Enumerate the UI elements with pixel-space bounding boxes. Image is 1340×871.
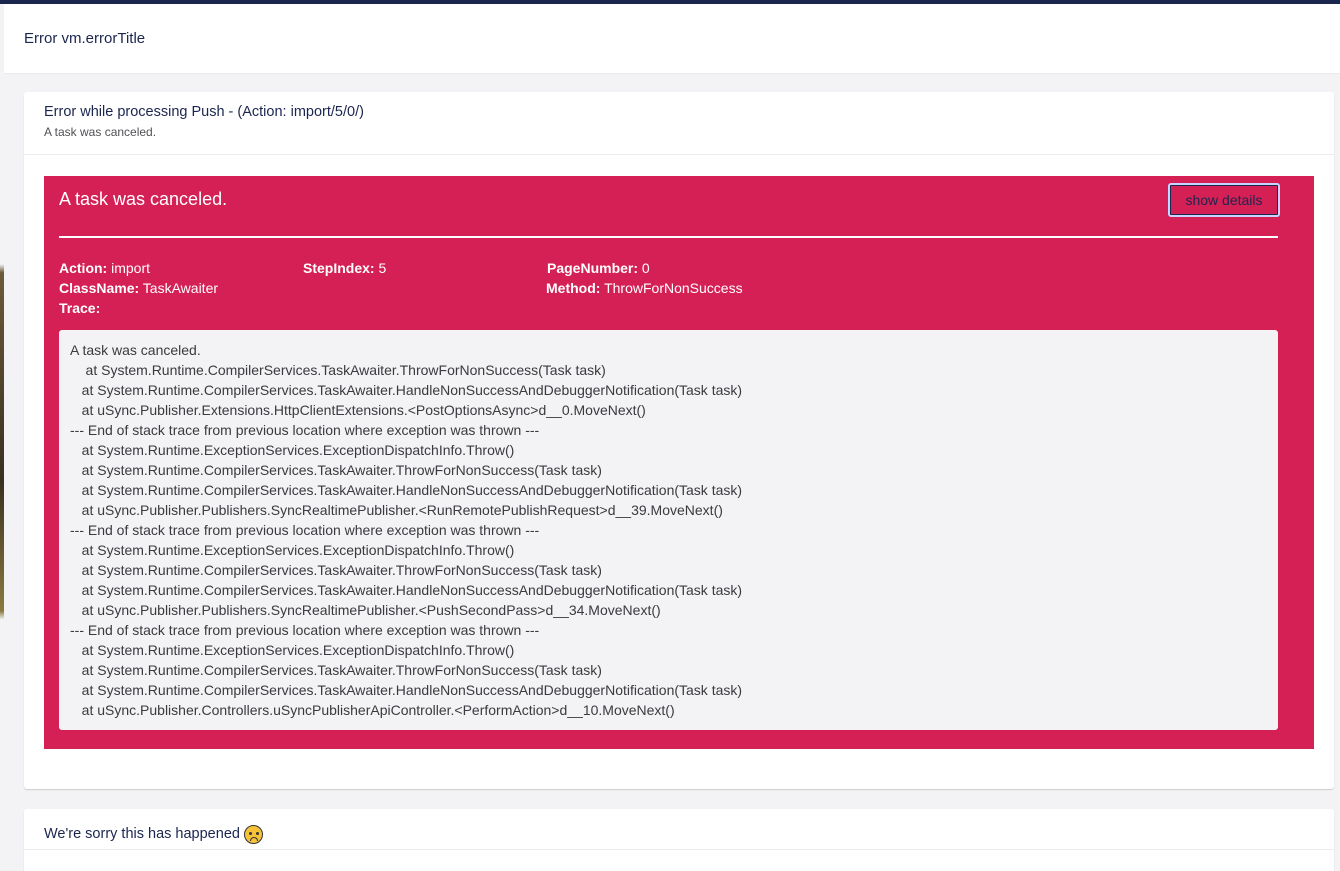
trace-line: A task was canceled. (70, 342, 201, 358)
trace-line: at System.Runtime.CompilerServices.TaskA… (70, 362, 606, 378)
sorry-panel-title: We're sorry this has happened (44, 826, 240, 842)
meta-method: Method: ThrowForNonSuccess (546, 278, 1033, 298)
meta-action: Action: import (59, 258, 303, 278)
trace-line: at uSync.Publisher.Controllers.uSyncPubl… (70, 702, 675, 718)
meta-row: Action: import StepIndex: 5 PageNumber: … (59, 258, 1278, 278)
eye (255, 831, 259, 835)
trace-line: at System.Runtime.CompilerServices.TaskA… (70, 482, 743, 498)
sorry-panel: We're sorry this has happened (24, 809, 1334, 871)
meta-row: Trace: (59, 298, 1278, 318)
trace-line: --- End of stack trace from previous loc… (70, 622, 540, 638)
meta-trace: Trace: (59, 298, 303, 318)
meta-method-key: Method: (546, 280, 601, 296)
meta-pagenumber-key: PageNumber: (547, 260, 639, 276)
trace-line: at System.Runtime.ExceptionServices.Exce… (70, 542, 515, 558)
dialog-header: Error vm.errorTitle (4, 4, 1340, 74)
error-alert-box: A task was canceled. show details Action… (44, 176, 1314, 749)
dialog-title: Error vm.errorTitle (24, 30, 146, 47)
mouth (249, 836, 258, 841)
meta-action-key: Action: (59, 260, 108, 276)
meta-pagenumber: PageNumber: 0 (547, 258, 1034, 278)
meta-stepindex: StepIndex: 5 (303, 258, 547, 278)
trace-line: at System.Runtime.CompilerServices.TaskA… (70, 582, 743, 598)
trace-line: at System.Runtime.CompilerServices.TaskA… (70, 562, 602, 578)
trace-line: at uSync.Publisher.Publishers.SyncRealti… (70, 502, 723, 518)
meta-classname-key: ClassName: (59, 280, 140, 296)
error-panel-subtitle: A task was canceled. (44, 125, 157, 139)
show-details-button[interactable]: show details (1168, 183, 1280, 217)
meta-classname-value: TaskAwaiter (142, 280, 219, 296)
trace-line: --- End of stack trace from previous loc… (70, 422, 540, 438)
stack-trace-box: A task was canceled. at System.Runtime.C… (59, 330, 1278, 730)
trace-line: --- End of stack trace from previous loc… (70, 522, 540, 538)
meta-method-value: ThrowForNonSuccess (604, 280, 743, 296)
error-heading: A task was canceled. (59, 189, 228, 209)
trace-line: at System.Runtime.ExceptionServices.Exce… (70, 442, 515, 458)
meta-pagenumber-value: 0 (641, 260, 650, 276)
trace-line: at System.Runtime.CompilerServices.TaskA… (70, 382, 743, 398)
sorry-panel-header: We're sorry this has happened (24, 809, 1334, 850)
trace-line: at System.Runtime.CompilerServices.TaskA… (70, 662, 602, 678)
trace-line: at System.Runtime.CompilerServices.TaskA… (70, 462, 602, 478)
trace-line: at uSync.Publisher.Publishers.SyncRealti… (70, 602, 661, 618)
eye (248, 831, 252, 835)
divider (59, 236, 1278, 238)
error-panel-title: Error while processing Push - (Action: i… (44, 104, 364, 120)
trace-line: at System.Runtime.ExceptionServices.Exce… (70, 642, 515, 658)
meta-action-value: import (111, 260, 151, 276)
error-panel-header: Error while processing Push - (Action: i… (24, 92, 1334, 155)
error-meta: Action: import StepIndex: 5 PageNumber: … (59, 258, 1278, 318)
meta-trace-key: Trace: (59, 300, 101, 316)
meta-classname: ClassName: TaskAwaiter (59, 278, 546, 298)
error-panel: Error while processing Push - (Action: i… (24, 92, 1334, 789)
meta-stepindex-key: StepIndex: (303, 260, 375, 276)
meta-row: ClassName: TaskAwaiter Method: ThrowForN… (59, 278, 1278, 298)
trace-line: at uSync.Publisher.Extensions.HttpClient… (70, 402, 646, 418)
trace-line: at System.Runtime.CompilerServices.TaskA… (70, 682, 743, 698)
meta-stepindex-value: 5 (378, 260, 387, 276)
sad-face-icon (243, 824, 263, 844)
error-dialog: Error vm.errorTitle Error while processi… (4, 4, 1340, 871)
